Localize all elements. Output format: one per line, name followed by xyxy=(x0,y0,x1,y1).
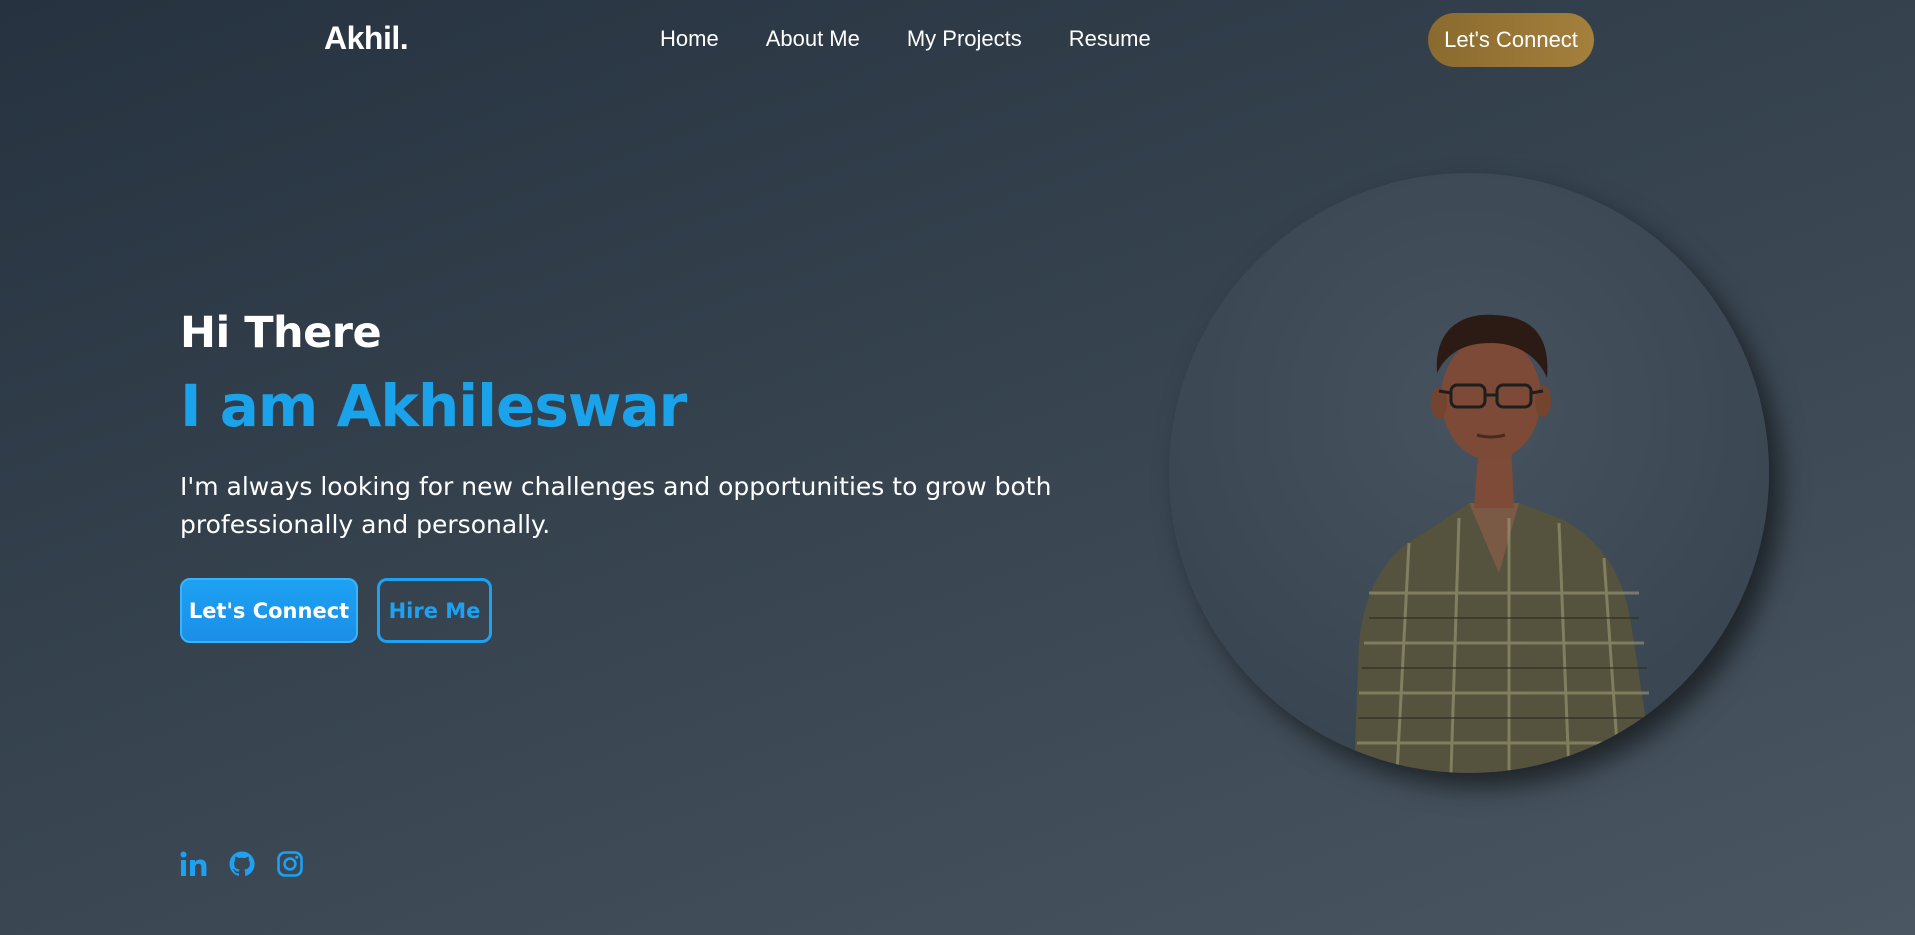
social-links xyxy=(180,850,304,878)
github-icon[interactable] xyxy=(228,850,256,878)
nav-link-my-projects[interactable]: My Projects xyxy=(907,26,1022,52)
nav-connect-button[interactable]: Let's Connect xyxy=(1428,13,1594,67)
hero-intro: Hi There I am Akhileswar I'm always look… xyxy=(180,308,1080,643)
brand-logo[interactable]: Akhil. xyxy=(324,20,409,57)
nav-link-resume[interactable]: Resume xyxy=(1069,26,1151,52)
lets-connect-button[interactable]: Let's Connect xyxy=(180,578,358,643)
hero-greeting: Hi There xyxy=(180,308,382,358)
nav-link-home[interactable]: Home xyxy=(660,26,719,52)
hero-buttons: Let's Connect Hire Me xyxy=(180,578,1080,643)
instagram-icon[interactable] xyxy=(276,850,304,878)
profile-photo-illustration xyxy=(1354,314,1654,773)
navbar: Akhil. Home About Me My Projects Resume … xyxy=(0,0,1915,82)
linkedin-icon[interactable] xyxy=(180,850,208,878)
hire-me-button[interactable]: Hire Me xyxy=(377,578,492,643)
profile-photo xyxy=(1169,173,1769,773)
hero-tagline: I'm always looking for new challenges an… xyxy=(180,472,1052,539)
hero-name: I am Akhileswar xyxy=(180,372,687,440)
nav-links: Home About Me My Projects Resume xyxy=(660,26,1151,52)
nav-link-about-me[interactable]: About Me xyxy=(766,26,860,52)
